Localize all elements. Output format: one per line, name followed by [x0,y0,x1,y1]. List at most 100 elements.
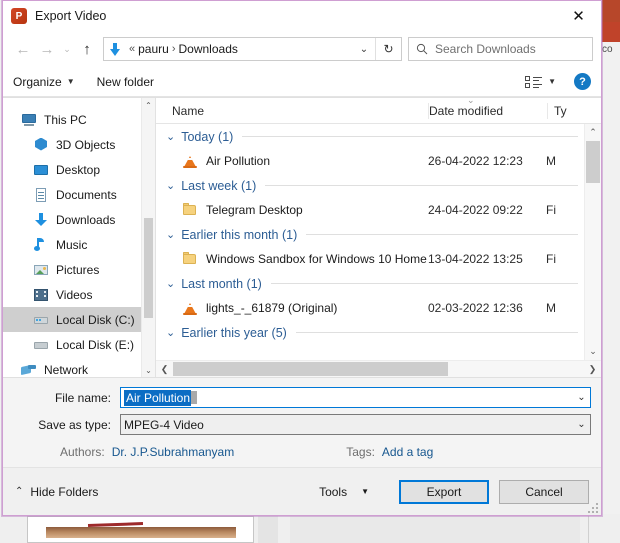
sidebar-item-local-disk-c[interactable]: Local Disk (C:) [3,307,155,332]
column-header-type[interactable]: Ty [548,104,584,118]
chevron-down-icon: ⌄ [166,278,176,290]
up-icon[interactable]: ↑ [75,37,99,61]
powerpoint-icon: P [11,8,27,24]
navigation-bar: ← → ⌄ ↑ « pauru › Downloads ⌄ ↻ Search D… [3,31,601,67]
sidebar-item-label: Network [44,362,89,377]
table-row[interactable]: Windows Sandbox for Windows 10 Home 13-0… [156,247,584,271]
group-label: Earlier this year (5) [181,325,287,340]
group-label: Last week (1) [181,178,257,193]
export-button[interactable]: Export [399,479,489,504]
downloads-folder-icon [104,42,126,56]
table-row[interactable]: Air Pollution 26-04-2022 12:23 M [156,149,584,173]
group-header-earlier-this-year[interactable]: ⌄ Earlier this year (5) [156,320,584,345]
file-name-row: File name: Air Pollution ⌄ [13,387,591,408]
file-name: lights_-_61879 (Original) [206,301,338,315]
scroll-down-icon[interactable]: ⌄ [142,363,155,377]
resize-grip[interactable] [587,502,598,513]
recent-locations-icon[interactable]: ⌄ [59,37,75,61]
horizontal-scroll-thumb[interactable] [173,362,449,376]
tools-button[interactable]: Tools ▼ [319,485,369,499]
breadcrumb-item-user[interactable]: pauru [138,42,169,56]
scroll-right-icon[interactable]: ❯ [584,364,601,375]
group-header-earlier-this-month[interactable]: ⌄ Earlier this month (1) [156,222,584,247]
table-row[interactable]: Telegram Desktop 24-04-2022 09:22 Fi [156,198,584,222]
address-bar[interactable]: « pauru › Downloads ⌄ ↻ [103,37,402,61]
breadcrumb-item-downloads[interactable]: Downloads [179,42,238,56]
sidebar-item-downloads[interactable]: Downloads [3,207,155,232]
file-type: Fi [546,203,556,217]
sidebar-item-pictures[interactable]: Pictures [3,257,155,282]
sidebar-item-videos[interactable]: Videos [3,282,155,307]
column-header-date-modified[interactable]: ⌄ Date modified [429,95,547,118]
back-icon[interactable]: ← [11,37,35,61]
sidebar-item-label: Music [56,237,88,252]
file-type: M [546,301,556,315]
search-icon [409,43,435,55]
text-cursor [191,391,198,404]
sidebar-item-desktop[interactable]: Desktop [3,157,155,182]
save-as-type-select[interactable]: MPEG-4 Video ⌄ [120,414,591,435]
breadcrumb-prefix: « [129,43,136,55]
this-pc-icon [21,112,37,128]
chevron-down-icon: ▼ [361,487,369,496]
refresh-icon[interactable]: ↻ [375,38,401,60]
folder-icon [182,251,198,267]
scroll-left-icon[interactable]: ❮ [156,364,173,375]
documents-icon [33,187,49,203]
add-a-tag-link[interactable]: Add a tag [382,445,433,459]
group-header-last-month[interactable]: ⌄ Last month (1) [156,271,584,296]
dialog-title: Export Video [35,9,107,23]
vertical-scroll-thumb[interactable] [586,141,600,183]
sidebar-scroll-thumb[interactable] [144,218,153,318]
new-folder-button[interactable]: New folder [97,75,154,89]
cancel-button[interactable]: Cancel [499,479,589,504]
dialog-body: This PC 3D Objects Desktop Documents Dow [3,95,601,377]
hide-folders-button[interactable]: ⌃ Hide Folders [15,485,98,499]
view-layout-button[interactable]: ▼ [525,75,556,89]
sidebar-item-documents[interactable]: Documents [3,182,155,207]
table-row[interactable]: lights_-_61879 (Original) 02-03-2022 12:… [156,296,584,320]
help-icon[interactable]: ? [574,73,591,90]
sidebar-item-network[interactable]: Network [3,357,155,377]
sidebar-scrollbar[interactable]: ⌃ ⌄ [141,98,155,377]
group-header-last-week[interactable]: ⌄ Last week (1) [156,173,584,198]
scroll-up-icon[interactable]: ⌃ [142,98,155,112]
sidebar-item-local-disk-e[interactable]: Local Disk (E:) [3,332,155,357]
scroll-up-icon[interactable]: ⌃ [585,124,601,141]
column-header-name[interactable]: Name [156,104,428,118]
sidebar-item-label: Downloads [56,212,116,227]
save-as-type-dropdown-icon[interactable]: ⌄ [573,415,590,434]
organize-button[interactable]: Organize ▼ [13,75,75,89]
horizontal-scroll-track[interactable] [173,361,584,377]
sidebar-item-label: This PC [44,112,87,127]
sidebar-item-this-pc[interactable]: This PC [3,107,155,132]
search-box[interactable]: Search Downloads [408,37,593,61]
file-type: Fi [546,252,556,266]
view-list-icon [525,75,543,89]
address-dropdown-icon[interactable]: ⌄ [353,44,375,55]
file-list-vertical-scrollbar[interactable]: ⌃ ⌄ [584,124,601,360]
sidebar-item-3d-objects[interactable]: 3D Objects [3,132,155,157]
network-icon [21,362,37,378]
file-name: Air Pollution [206,154,271,168]
sidebar-item-label: Videos [56,287,93,302]
group-header-today[interactable]: ⌄ Today (1) [156,124,584,149]
ppt-slide-thumbnail [27,516,254,543]
disk-icon [33,312,49,328]
chevron-down-icon: ⌄ [166,180,176,192]
chevron-down-icon: ⌄ [166,229,176,241]
authors-value[interactable]: Dr. J.P.Subrahmanyam [112,445,235,459]
group-label: Today (1) [181,129,234,144]
sidebar-item-music[interactable]: Music [3,232,155,257]
file-list-horizontal-scrollbar[interactable]: ❮ ❯ [156,360,601,377]
authors-label: Authors: [60,445,105,459]
file-list-header: Name ⌄ Date modified Ty [156,95,601,124]
videos-icon [33,287,49,303]
file-name-dropdown-icon[interactable]: ⌄ [573,388,590,407]
file-name-input[interactable]: Air Pollution ⌄ [120,387,591,408]
metadata-row: Authors: Dr. J.P.Subrahmanyam Tags: Add … [13,441,591,465]
scroll-down-icon[interactable]: ⌄ [585,343,601,360]
file-name: Telegram Desktop [206,203,303,217]
forward-icon[interactable]: → [35,37,59,61]
close-icon[interactable]: ✕ [556,1,601,31]
